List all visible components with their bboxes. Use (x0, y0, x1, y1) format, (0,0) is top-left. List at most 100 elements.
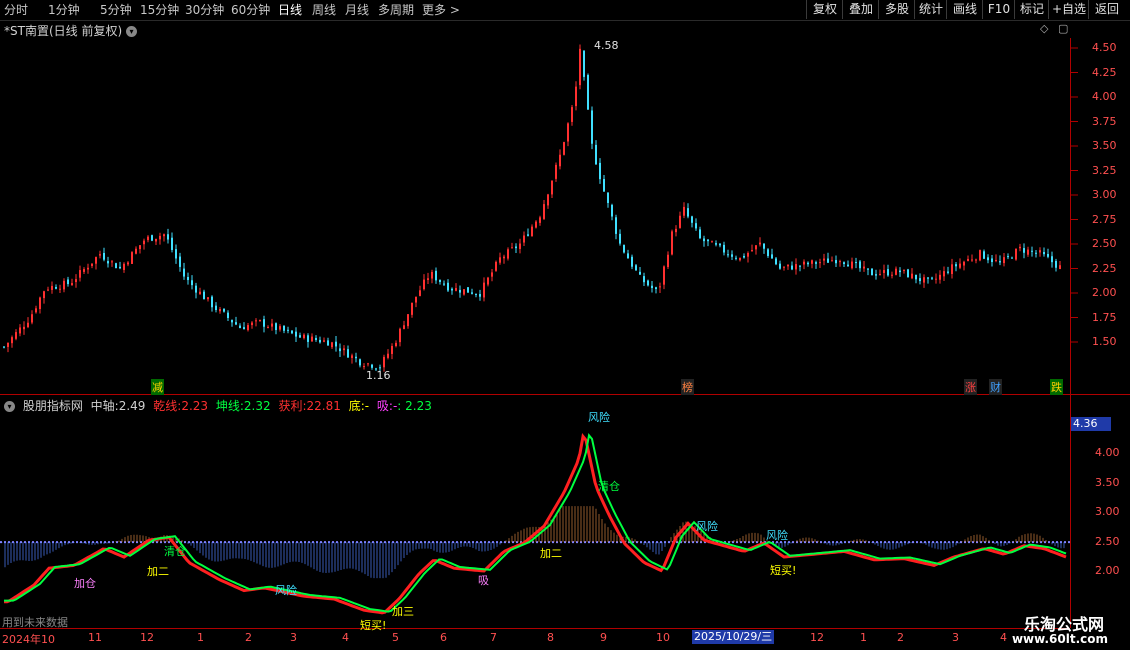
period-tab-60min[interactable]: 60分钟 (231, 2, 270, 18)
candle-body (639, 271, 641, 275)
period-tab-weekly[interactable]: 周线 (312, 2, 336, 18)
candle-body (343, 348, 345, 351)
candle-body (195, 285, 197, 293)
period-tab-more[interactable]: 更多 > (422, 2, 460, 18)
period-tab-1min[interactable]: 1分钟 (48, 2, 80, 18)
candle-body (111, 261, 113, 263)
draw-line-button[interactable]: 画线 (946, 0, 983, 19)
candle-body (1027, 249, 1029, 255)
candle-body (175, 249, 177, 259)
candle-body (787, 264, 789, 267)
candle-body (723, 244, 725, 253)
candle-body (107, 261, 109, 264)
date-tick-label: 12 (810, 631, 824, 644)
mark-button[interactable]: 标记 (1014, 0, 1049, 19)
candle-body (1035, 252, 1037, 254)
period-tab-30min[interactable]: 30分钟 (185, 2, 224, 18)
period-tab-15min[interactable]: 15分钟 (140, 2, 179, 18)
chevron-down-icon[interactable]: ▾ (125, 26, 137, 37)
candle-body (771, 254, 773, 259)
candle-body (1055, 260, 1057, 268)
candle-body (51, 285, 53, 290)
candle-body (791, 265, 793, 270)
candle-body (323, 340, 325, 342)
price-tick-label: 2.50 (1092, 237, 1117, 250)
indicator-header: ▾ 股朋指标网 中轴:2.49 乾线:2.23 坤线:2.32 获利:22.81… (4, 397, 436, 414)
marker-finance[interactable]: 财 (989, 379, 1002, 395)
candle-body (327, 340, 329, 346)
marker-reduce[interactable]: 减 (151, 379, 164, 395)
f10-button[interactable]: F10 (982, 0, 1015, 19)
candle-body (463, 289, 465, 295)
candle-body (387, 353, 389, 358)
date-tick-label: 7 (490, 631, 497, 644)
marker-fall[interactable]: 跌 (1050, 379, 1063, 395)
candle-body (87, 267, 89, 270)
candle-body (591, 110, 593, 144)
candle-body (667, 254, 669, 268)
restore-icon[interactable]: ▢ (1058, 22, 1068, 35)
candle-body (215, 305, 217, 311)
candle-body (1015, 248, 1017, 260)
diamond-icon[interactable]: ◇ (1040, 22, 1048, 35)
candle-body (267, 327, 269, 329)
date-tick-label: 8 (547, 631, 554, 644)
candle-body (783, 266, 785, 268)
candle-body (711, 241, 713, 243)
marker-rank[interactable]: 榜 (681, 379, 694, 395)
candle-body (619, 233, 621, 244)
price-tick-label: 4.00 (1092, 90, 1117, 103)
candle-body (151, 235, 153, 241)
period-tab-multi[interactable]: 多周期 (378, 2, 414, 18)
signal-label: 风险 (275, 584, 297, 597)
period-tab-fenshi[interactable]: 分时 (4, 2, 28, 18)
price-tick-label: 3.50 (1092, 139, 1117, 152)
candle-body (39, 297, 41, 309)
candle-body (99, 254, 101, 256)
candle-body (163, 234, 165, 237)
kun-label: 坤线: (215, 399, 244, 413)
add-watchlist-button[interactable]: +自选 (1048, 0, 1089, 19)
candle-body (355, 356, 357, 359)
multi-stock-button[interactable]: 多股 (878, 0, 915, 19)
candle-body (291, 330, 293, 334)
candle-body (907, 269, 909, 278)
candle-body (991, 258, 993, 263)
candle-body (551, 180, 553, 195)
chevron-down-icon[interactable]: ▾ (4, 401, 15, 412)
overlay-button[interactable]: 叠加 (842, 0, 879, 19)
candle-body (147, 236, 149, 241)
candle-body (1047, 253, 1049, 257)
candle-body (655, 287, 657, 290)
candle-body (243, 327, 245, 330)
marker-rise[interactable]: 涨 (964, 379, 977, 395)
xi-extra: : 2.23 (397, 399, 432, 413)
candle-body (671, 231, 673, 255)
period-toolbar: 分时 1分钟 5分钟 15分钟 30分钟 60分钟 日线 周线 月线 多周期 更… (0, 0, 1130, 21)
period-tab-5min[interactable]: 5分钟 (100, 2, 132, 18)
back-button[interactable]: 返回 (1088, 0, 1125, 19)
candle-body (959, 263, 961, 268)
price-tick-label: 3.25 (1092, 163, 1117, 177)
date-tick-label: 1 (860, 631, 867, 644)
candle-body (1051, 256, 1053, 263)
period-tab-monthly[interactable]: 月线 (345, 2, 369, 18)
stock-title: *ST南置(日线 前复权) (4, 24, 123, 38)
candle-body (731, 254, 733, 257)
restore-rights-button[interactable]: 复权 (806, 0, 843, 19)
candle-body (575, 86, 577, 107)
candle-body (555, 164, 557, 179)
period-tab-daily[interactable]: 日线 (278, 2, 302, 18)
candle-body (631, 256, 633, 267)
indicator-name[interactable]: 股朋指标网 (23, 399, 83, 413)
candle-body (1039, 250, 1041, 253)
candle-body (847, 264, 849, 267)
candle-body (247, 325, 249, 331)
current-date: 2025/10/29/三 (692, 630, 775, 644)
candle-body (59, 288, 61, 290)
candle-body (71, 283, 73, 286)
high-price-label: 4.58 (594, 39, 619, 52)
date-tick-label: 9 (600, 631, 607, 644)
statistics-button[interactable]: 统计 (914, 0, 947, 19)
watermark-url: www.60lt.com (1011, 632, 1108, 646)
